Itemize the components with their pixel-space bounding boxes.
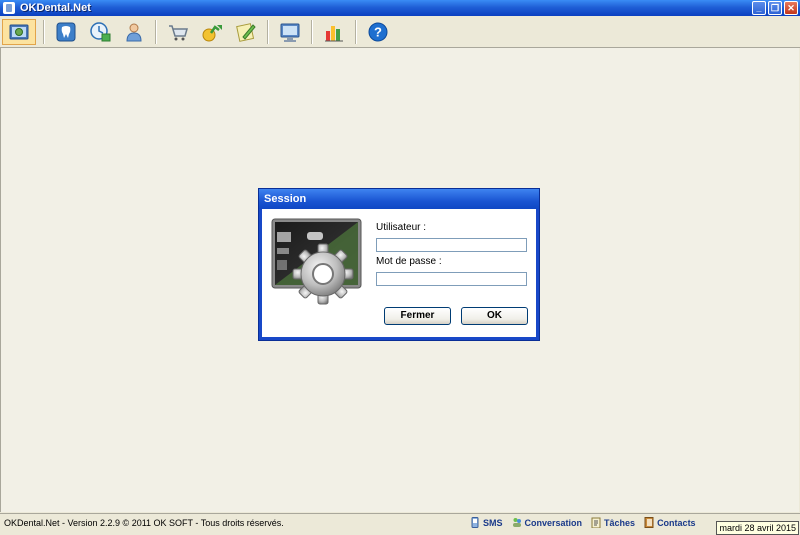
help-icon: ? xyxy=(368,22,388,41)
toolbar-separator xyxy=(155,19,157,44)
password-input[interactable] xyxy=(376,272,527,286)
username-input[interactable] xyxy=(376,238,527,252)
status-bar: OKDental.Net - Version 2.2.9 © 2011 OK S… xyxy=(0,513,800,535)
finance-icon xyxy=(202,24,222,41)
notes-icon xyxy=(236,22,256,42)
sms-label: SMS xyxy=(483,517,503,528)
dental-chart-button[interactable] xyxy=(52,19,80,45)
notes-button[interactable] xyxy=(232,19,260,45)
toolbar-separator xyxy=(267,19,269,44)
users-icon xyxy=(512,518,521,527)
app-icon xyxy=(3,2,15,14)
session-dialog: Session Utilisateur: Mot de passe: Fer… xyxy=(258,188,540,341)
dialog-title: Session xyxy=(259,189,539,209)
conversation-link[interactable]: Conversation xyxy=(512,517,583,528)
contacts-link[interactable]: Contacts xyxy=(644,517,696,528)
minimize-button[interactable]: _ xyxy=(752,1,766,15)
tasks-link[interactable]: Tâches xyxy=(591,517,635,528)
conversation-label: Conversation xyxy=(524,517,583,528)
patient-icon xyxy=(126,23,142,41)
finance-button[interactable] xyxy=(198,19,226,45)
close-button[interactable]: ✕ xyxy=(784,1,798,15)
agenda-button[interactable] xyxy=(86,19,114,45)
password-label: Mot de passe : xyxy=(376,256,442,267)
cart-icon xyxy=(169,24,188,40)
session-gear-icon xyxy=(271,218,362,305)
settings-button[interactable] xyxy=(276,19,304,45)
dialog-body: Utilisateur : Mot de passe : Fermer OK xyxy=(262,209,536,337)
title-bar: OKDental.Net _ ❐ ✕ xyxy=(0,0,800,16)
session-button[interactable] xyxy=(2,18,36,45)
tasks-label: Tâches xyxy=(604,517,636,528)
maximize-button[interactable]: ❐ xyxy=(768,1,782,15)
close-dialog-button[interactable]: Fermer xyxy=(384,307,451,325)
sms-link[interactable]: SMS xyxy=(470,517,503,528)
purchases-button[interactable] xyxy=(164,19,192,45)
svg-text:?: ? xyxy=(374,24,382,39)
session-icon xyxy=(9,24,29,39)
tooth-icon xyxy=(56,22,76,41)
username-label: Utilisateur : xyxy=(376,222,427,233)
window-title: OKDental.Net xyxy=(20,2,91,14)
address-book-icon xyxy=(644,517,654,528)
toolbar: ? xyxy=(0,16,800,48)
toolbar-separator xyxy=(355,19,357,44)
chart-icon xyxy=(325,25,343,41)
ok-button[interactable]: OK xyxy=(461,307,528,325)
phone-icon xyxy=(471,517,479,528)
help-button[interactable]: ? xyxy=(364,19,392,45)
settings-icon xyxy=(280,23,300,42)
clipboard-icon xyxy=(591,517,601,528)
patients-button[interactable] xyxy=(120,19,148,45)
version-text: OKDental.Net - Version 2.2.9 © 2011 OK S… xyxy=(4,518,284,528)
agenda-clock-icon xyxy=(90,21,111,41)
contacts-label: Contacts xyxy=(657,517,696,528)
toolbar-separator xyxy=(43,19,45,44)
toolbar-separator xyxy=(311,19,313,44)
statistics-button[interactable] xyxy=(320,19,348,45)
